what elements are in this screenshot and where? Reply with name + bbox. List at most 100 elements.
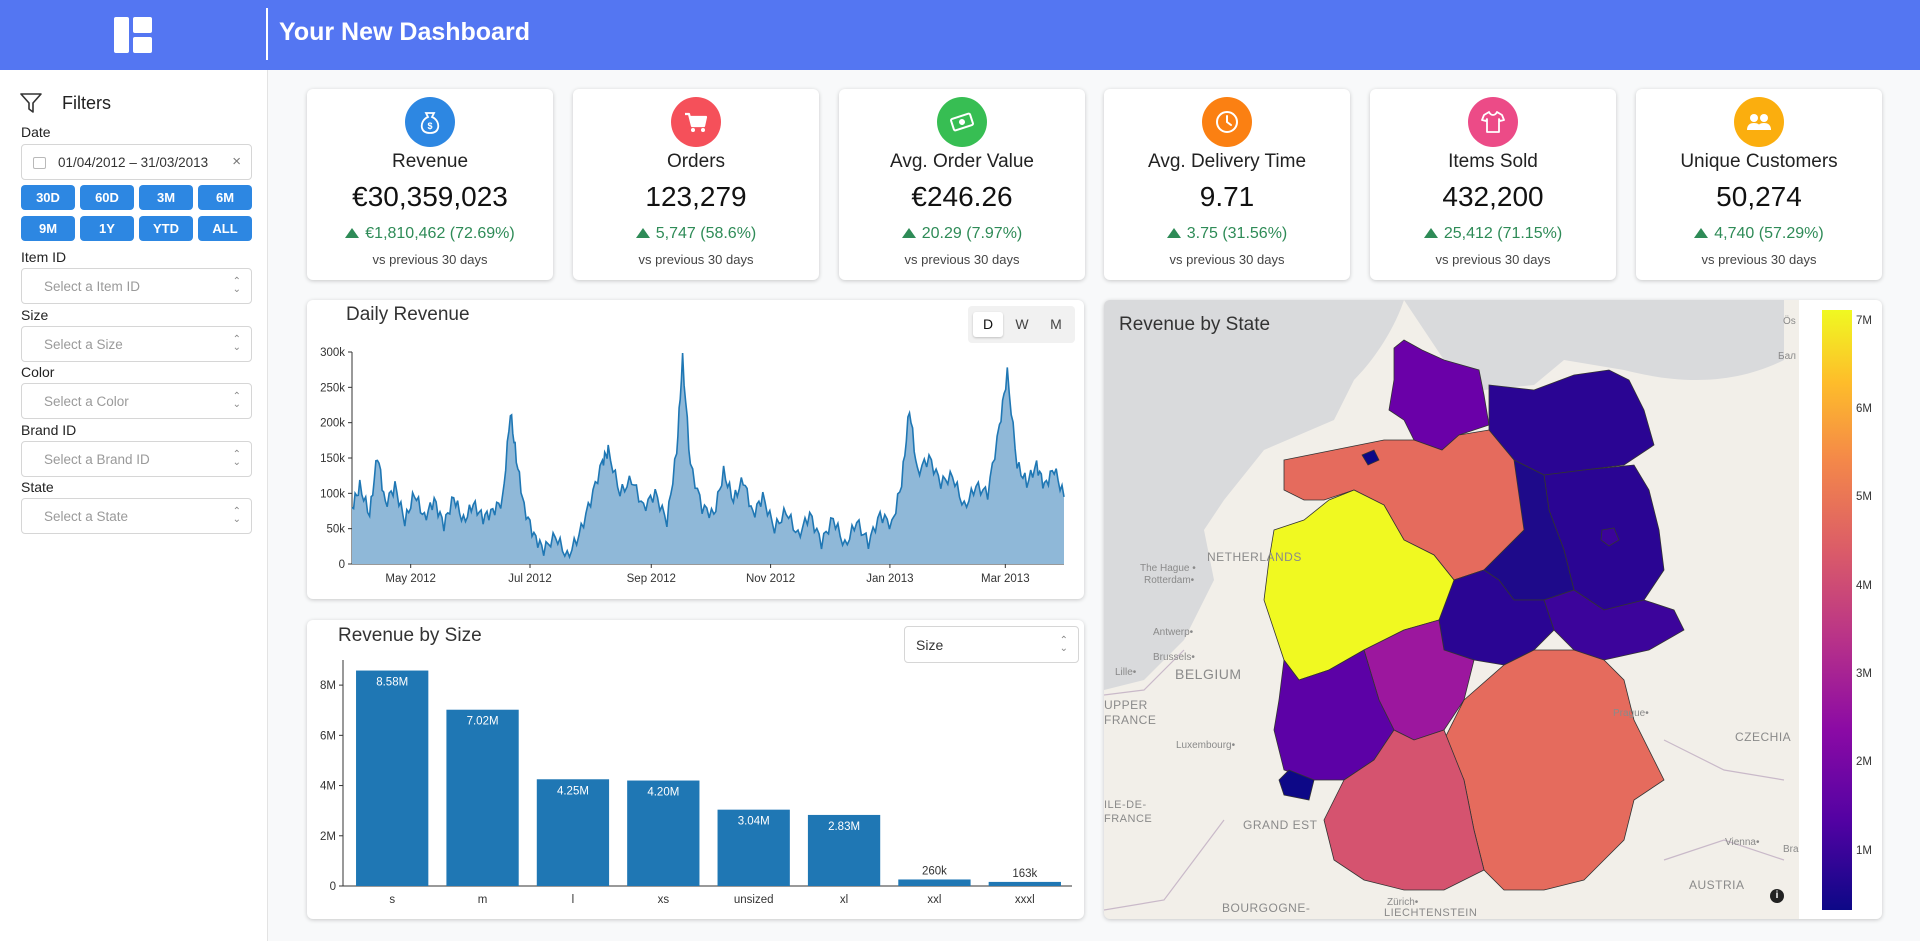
color-placeholder: Select a Color: [44, 394, 129, 409]
size-select[interactable]: Select a Size ⌃ ⌄: [21, 326, 252, 362]
date-range-buttons: 30D 60D 3M 6M 9M 1Y YTD ALL: [21, 185, 253, 241]
kpi-value: 123,279: [645, 181, 747, 212]
date-label: Date: [21, 124, 51, 140]
range-button-60d[interactable]: 60D: [80, 185, 134, 210]
bar-value-label: 163k: [1012, 868, 1037, 880]
kpi-value: 9.71: [1199, 181, 1255, 212]
y-tick-label: 8M: [320, 680, 336, 692]
kpi-comparison: vs previous 30 days: [372, 252, 488, 267]
kpi-comparison: vs previous 30 days: [1701, 252, 1817, 267]
kpi-comparison: vs previous 30 days: [904, 252, 1020, 267]
color-label: Color: [21, 364, 55, 380]
map-place-label: FRANCE: [1104, 713, 1157, 727]
y-tick-label: 200k: [320, 418, 345, 430]
filter-icon: [20, 93, 42, 113]
range-button-9m[interactable]: 9M: [21, 216, 75, 241]
kpi-title: Orders: [666, 151, 726, 172]
kpi-delta: 20.29 (7.97%): [839, 225, 1085, 243]
bar-xxxl: [988, 881, 1061, 886]
kpi-delta-pct: (57.29%): [1758, 225, 1824, 242]
chevron-updown-icon: ⌃ ⌄: [232, 334, 241, 353]
range-button-3m[interactable]: 3M: [139, 185, 193, 210]
kpi-card-unique-customers: Unique Customers 50,274 4,740 (57.29%) v…: [1636, 89, 1882, 280]
revenue-by-size-title: Revenue by Size: [338, 625, 482, 646]
map-place-label: Ös: [1783, 316, 1796, 327]
colorbar-tick-label: 4M: [1856, 580, 1872, 592]
granularity-monthly-button[interactable]: M: [1041, 312, 1071, 337]
range-button-ytd[interactable]: YTD: [139, 216, 193, 241]
granularity-weekly-button[interactable]: W: [1007, 312, 1037, 337]
y-tick-label: 50k: [326, 524, 345, 536]
kpi-delta-pct: (71.15%): [1497, 225, 1563, 242]
map-place-label: UPPER: [1104, 698, 1148, 712]
germany-choropleth-map[interactable]: [1104, 300, 1882, 919]
bar-value-label: 3.04M: [738, 816, 770, 828]
daily-revenue-title: Daily Revenue: [346, 304, 470, 325]
range-button-1y[interactable]: 1Y: [80, 216, 134, 241]
granularity-toggle: D W M: [968, 306, 1075, 343]
bar-s: [356, 670, 429, 886]
brand-id-label: Brand ID: [21, 422, 77, 438]
colorbar-tick-label: 3M: [1856, 668, 1872, 680]
info-icon[interactable]: i: [1770, 889, 1784, 903]
kpi-comparison: vs previous 30 days: [1169, 252, 1285, 267]
x-tick-label: xs: [658, 894, 670, 906]
kpi-delta-pct: (72.69%): [449, 225, 515, 242]
state-label: State: [21, 479, 54, 495]
kpi-card-revenue: $ Revenue €30,359,023 €1,810,462 (72.69%…: [307, 89, 553, 280]
y-tick-label: 100k: [320, 488, 345, 500]
state-placeholder: Select a State: [44, 509, 129, 524]
map-place-label: Бал: [1778, 351, 1796, 362]
x-tick-label: unsized: [734, 894, 774, 906]
state-select[interactable]: Select a State ⌃ ⌄: [21, 498, 252, 534]
granularity-daily-button[interactable]: D: [973, 312, 1003, 337]
kpi-card-avg-delivery-time: Avg. Delivery Time 9.71 3.75 (31.56%) vs…: [1104, 89, 1350, 280]
map-place-label: AUSTRIA: [1689, 878, 1745, 892]
x-tick-label: xxl: [927, 894, 941, 906]
kpi-delta-pct: (58.6%): [700, 225, 757, 242]
bar-value-label: 2.83M: [828, 821, 860, 833]
map-place-label: Vienna•: [1725, 837, 1760, 848]
kpi-title: Items Sold: [1448, 151, 1538, 172]
item-id-select[interactable]: Select a Item ID ⌃ ⌄: [21, 268, 252, 304]
range-button-30d[interactable]: 30D: [21, 185, 75, 210]
bar-xxl: [898, 879, 971, 886]
up-arrow-icon: [901, 228, 916, 238]
map-place-label: Luxembourg•: [1176, 740, 1236, 751]
cart-icon: [685, 112, 708, 132]
x-tick-label: May 2012: [385, 573, 436, 585]
size-placeholder: Select a Size: [44, 337, 123, 352]
map-place-label: ILE-DE-: [1104, 799, 1147, 811]
kpi-title: Unique Customers: [1680, 151, 1838, 172]
colorbar-tick-label: 2M: [1856, 756, 1872, 768]
calendar-icon: [33, 157, 46, 169]
y-tick-label: 0: [330, 881, 336, 893]
revenue-by-size-chart: 0 2M 4M 6M 8M 8.58M s 7.02M m 4.25M l 4.20M xs 3.04M u…: [320, 660, 1072, 906]
range-button-all[interactable]: ALL: [198, 216, 252, 241]
item-id-placeholder: Select a Item ID: [44, 279, 141, 294]
page-title: Your New Dashboard: [279, 18, 530, 46]
chevron-updown-icon: ⌃ ⌄: [232, 276, 241, 295]
map-place-label: Lille•: [1115, 667, 1137, 678]
date-range-input[interactable]: 01/04/2012 – 31/03/2013 ×: [21, 144, 252, 180]
kpi-delta-pct: (31.56%): [1222, 225, 1288, 242]
colorbar-tick-label: 1M: [1856, 845, 1872, 857]
x-tick-label: m: [478, 894, 488, 906]
revenue-area: [352, 353, 1064, 564]
color-select[interactable]: Select a Color ⌃ ⌄: [21, 383, 252, 419]
kpi-delta: 5,747 (58.6%): [573, 225, 819, 243]
x-tick-label: Nov 2012: [746, 573, 795, 585]
kpi-title: Revenue: [391, 151, 469, 172]
bar-value-label: 7.02M: [467, 716, 499, 728]
svg-text:$: $: [427, 121, 432, 131]
range-button-6m[interactable]: 6M: [198, 185, 252, 210]
up-arrow-icon: [345, 228, 360, 238]
x-tick-label: Mar 2013: [981, 573, 1030, 585]
y-tick-label: 4M: [320, 781, 336, 793]
up-arrow-icon: [635, 228, 650, 238]
y-tick-label: 0: [339, 559, 345, 571]
x-tick-label: xl: [840, 894, 848, 906]
x-tick-label: Jan 2013: [866, 573, 913, 585]
brand-id-select[interactable]: Select a Brand ID ⌃ ⌄: [21, 441, 252, 477]
clear-date-icon[interactable]: ×: [232, 153, 241, 170]
